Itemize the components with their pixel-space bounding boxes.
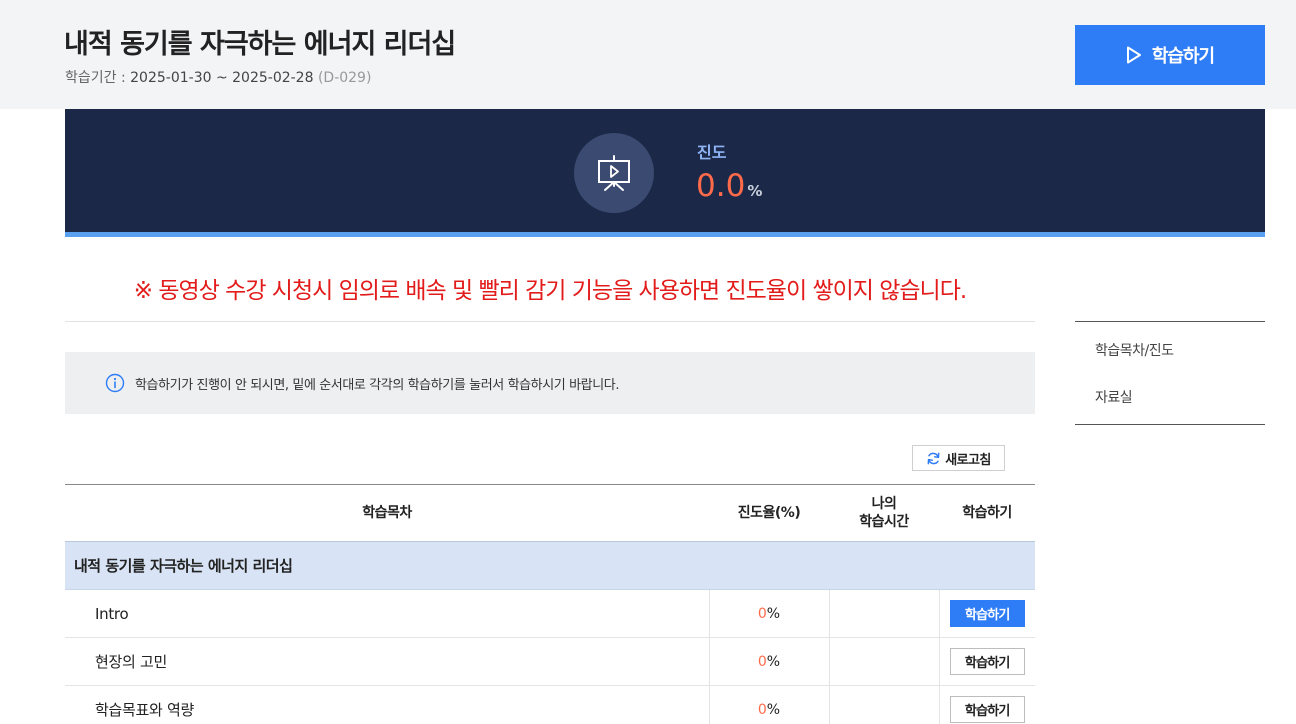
lesson-rate-unit: %	[766, 701, 781, 718]
divider	[65, 321, 1035, 322]
lesson-title: 학습목표와 역량	[65, 685, 709, 724]
lesson-rate-unit: %	[766, 653, 781, 670]
progress-label: 진도	[697, 143, 727, 162]
presentation-icon	[594, 153, 634, 193]
study-period-dates: 2025-01-30 ~ 2025-02-28	[130, 70, 314, 86]
course-header: 내적 동기를 자극하는 에너지 리더십 학습기간 : 2025-01-30 ~ …	[0, 0, 1296, 109]
start-learning-label: 학습하기	[1151, 46, 1215, 67]
playback-warning: ※ 동영상 수강 시청시 임의로 배속 및 빨리 감기 기능을 사용하면 진도율…	[133, 278, 967, 304]
study-time-header: 나의학습시간	[829, 484, 939, 542]
refresh-button[interactable]: 새로고침	[912, 445, 1005, 471]
side-nav-item-toc[interactable]: 학습목차/진도	[1095, 340, 1174, 360]
progress-unit: %	[747, 182, 763, 200]
info-notice-text: 학습하기가 진행이 안 되시면, 밑에 순서대로 각각의 학습하기를 눌러서 학…	[135, 377, 620, 393]
lesson-study-time	[828, 685, 939, 724]
learn-button[interactable]: 학습하기	[949, 600, 1025, 627]
lecture-badge	[574, 133, 654, 213]
lesson-title: 현장의 고민	[65, 637, 709, 686]
lesson-rate-value: 0	[757, 701, 767, 718]
progress-number: 0.0	[696, 168, 746, 204]
lesson-rate-unit: %	[766, 605, 781, 622]
learn-button[interactable]: 학습하기	[949, 648, 1025, 675]
start-learning-button[interactable]: 학습하기	[1075, 25, 1265, 85]
info-notice: 학습하기가 진행이 안 되시면, 밑에 순서대로 각각의 학습하기를 눌러서 학…	[65, 352, 1035, 414]
table-row: 현장의 고민 0% 학습하기	[65, 637, 1035, 686]
action-header: 학습하기	[939, 484, 1035, 542]
info-icon	[105, 373, 125, 393]
lesson-title: Intro	[65, 589, 709, 638]
study-time-header-line1: 나의	[871, 496, 897, 512]
lesson-action-cell: 학습하기	[938, 685, 1035, 724]
lesson-action-cell: 학습하기	[938, 589, 1035, 638]
refresh-icon	[926, 451, 941, 466]
side-nav-item-library[interactable]: 자료실	[1095, 387, 1133, 407]
lesson-action-cell: 학습하기	[938, 637, 1035, 686]
lesson-rate: 0%	[708, 637, 829, 686]
toc-header: 학습목차	[65, 484, 709, 542]
study-time-header-line2: 학습시간	[859, 514, 909, 530]
refresh-label: 새로고침	[945, 452, 991, 468]
study-period-label: 학습기간 :	[65, 70, 131, 86]
lesson-study-time	[828, 589, 939, 638]
progress-value: 0.0%	[696, 168, 762, 204]
progress-banner-panel	[65, 109, 1265, 237]
table-row: 학습목표와 역량 0% 학습하기	[65, 685, 1035, 724]
lesson-study-time	[828, 637, 939, 686]
learn-button[interactable]: 학습하기	[949, 696, 1025, 723]
toc-header-row: 학습목차 진도율(%) 나의학습시간 학습하기	[65, 484, 1035, 542]
side-nav: 학습목차/진도 자료실	[1075, 321, 1265, 425]
course-title: 내적 동기를 자극하는 에너지 리더십	[64, 29, 456, 60]
lesson-rate: 0%	[708, 589, 829, 638]
lesson-rate-value: 0	[757, 653, 767, 670]
progress-bar	[65, 232, 1265, 237]
toc-table: 학습목차 진도율(%) 나의학습시간 학습하기 내적 동기를 자극하는 에너지 …	[65, 484, 1035, 724]
table-row: Intro 0% 학습하기	[65, 589, 1035, 638]
rate-header: 진도율(%)	[709, 484, 829, 542]
section-row: 내적 동기를 자극하는 에너지 리더십	[65, 541, 1035, 590]
section-title: 내적 동기를 자극하는 에너지 리더십	[65, 541, 1035, 590]
lesson-rate: 0%	[708, 685, 829, 724]
lesson-rate-value: 0	[757, 605, 767, 622]
play-icon	[1126, 46, 1142, 64]
study-period: 학습기간 : 2025-01-30 ~ 2025-02-28 (D-029)	[65, 67, 371, 87]
dday-badge: (D-029)	[317, 70, 372, 86]
